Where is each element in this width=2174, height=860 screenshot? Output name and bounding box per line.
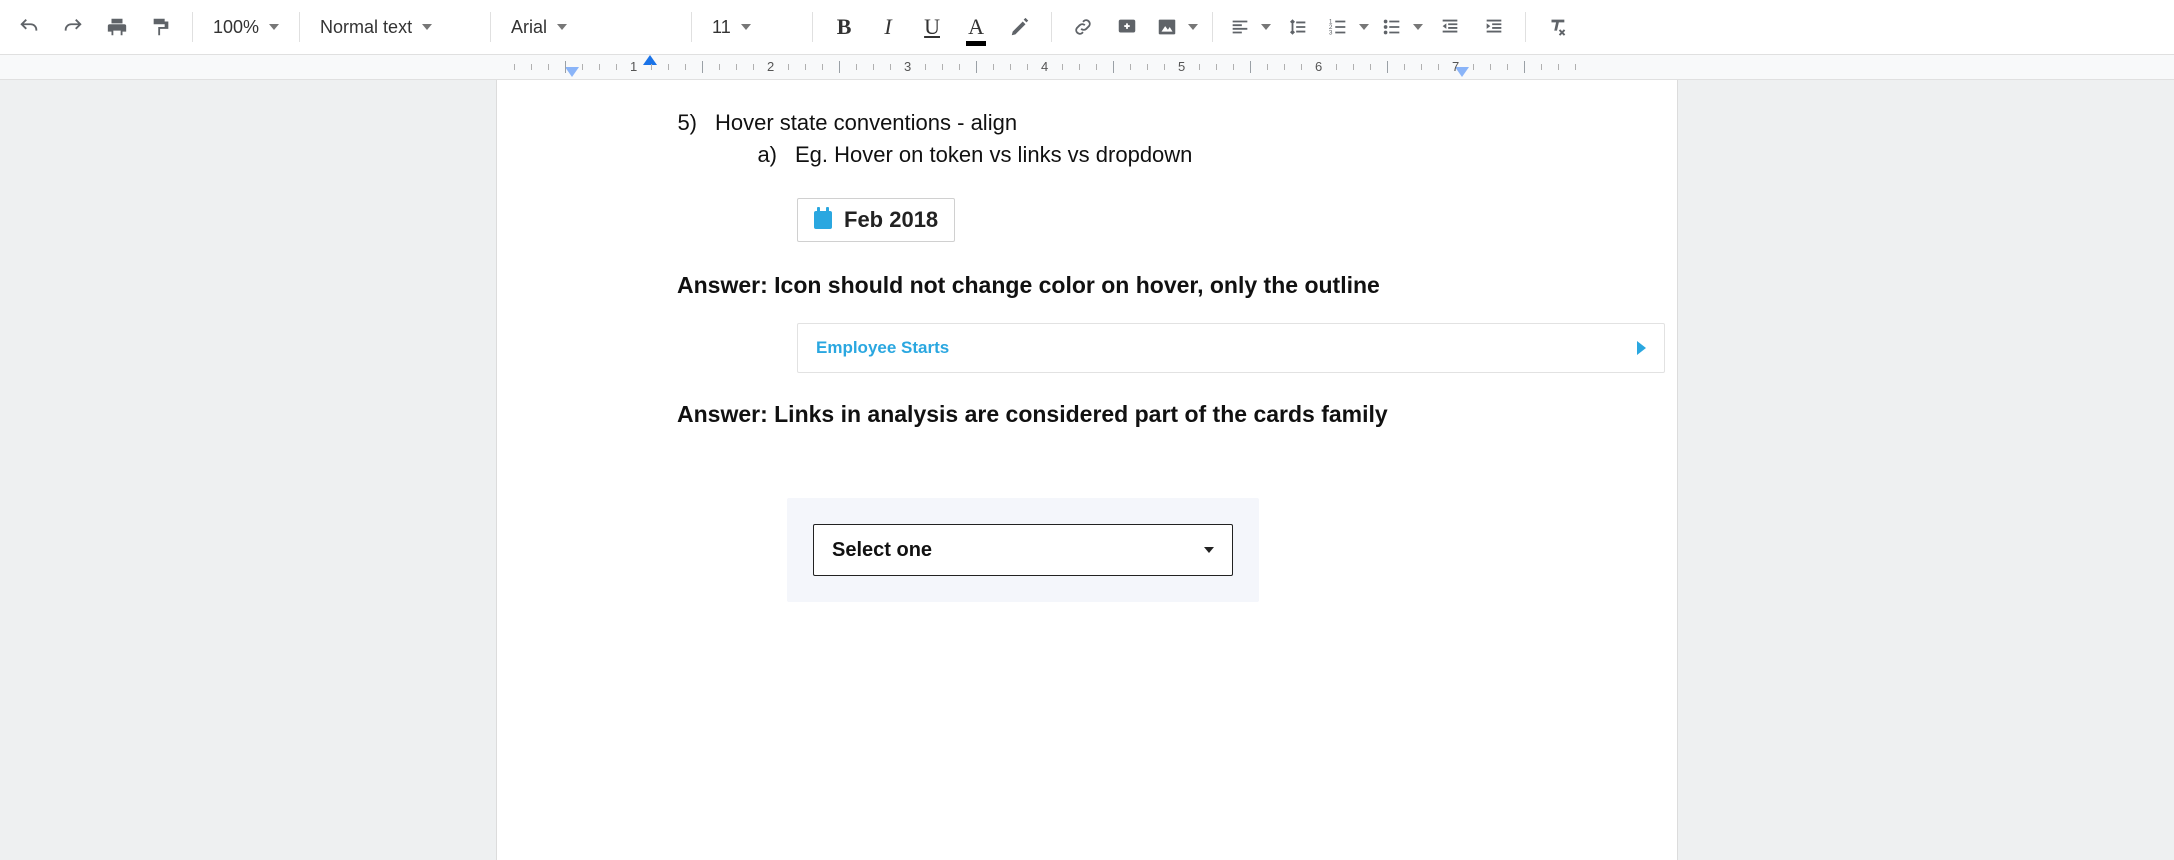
insert-comment-button[interactable] xyxy=(1106,6,1148,48)
clear-formatting-icon xyxy=(1546,16,1568,38)
toolbar-separator xyxy=(1212,12,1213,42)
toolbar-separator xyxy=(1525,12,1526,42)
ruler-ticks: 1234567 xyxy=(437,55,1593,79)
answer-text-1: Answer: Icon should not change color on … xyxy=(677,272,1617,299)
chevron-down-icon xyxy=(1359,24,1369,30)
employee-starts-link-card[interactable]: Employee Starts xyxy=(797,323,1665,373)
list-item-5: 5) Hover state conventions - align xyxy=(667,110,1617,136)
date-token-chip[interactable]: Feb 2018 xyxy=(797,198,955,242)
zoom-value: 100% xyxy=(213,17,259,38)
image-icon xyxy=(1156,16,1178,38)
toolbar-separator xyxy=(812,12,813,42)
insert-image-button[interactable] xyxy=(1150,6,1202,48)
bulleted-list-icon xyxy=(1381,16,1403,38)
zoom-select[interactable]: 100% xyxy=(203,6,289,48)
chevron-down-icon xyxy=(1261,24,1271,30)
chevron-right-icon xyxy=(1637,341,1646,355)
insert-link-button[interactable] xyxy=(1062,6,1104,48)
italic-button[interactable]: I xyxy=(867,6,909,48)
font-size-select[interactable]: 11 xyxy=(702,6,802,48)
bulleted-list-button[interactable] xyxy=(1375,6,1427,48)
list-marker: a) xyxy=(747,142,777,168)
chevron-down-icon xyxy=(557,24,567,30)
numbered-list-button[interactable]: 123 xyxy=(1321,6,1373,48)
font-size-value: 11 xyxy=(712,17,731,38)
list-item-text: Eg. Hover on token vs links vs dropdown xyxy=(795,142,1192,168)
list-item-5a: a) Eg. Hover on token vs links vs dropdo… xyxy=(747,142,1617,168)
indent-decrease-icon xyxy=(1439,16,1461,38)
select-one-dropdown[interactable]: Select one xyxy=(813,524,1233,576)
indent-increase-icon xyxy=(1483,16,1505,38)
highlight-button[interactable] xyxy=(999,6,1041,48)
toolbar: 100% Normal text Arial 11 B I U A xyxy=(0,0,2174,55)
undo-button[interactable] xyxy=(8,6,50,48)
calendar-icon xyxy=(814,211,832,229)
list-marker: 5) xyxy=(667,110,697,136)
line-spacing-button[interactable] xyxy=(1277,6,1319,48)
chevron-down-icon xyxy=(1188,24,1198,30)
toolbar-separator xyxy=(490,12,491,42)
horizontal-ruler[interactable]: 1234567 xyxy=(0,55,2174,80)
chevron-down-icon xyxy=(269,24,279,30)
answer-text-2: Answer: Links in analysis are considered… xyxy=(677,401,1617,428)
decrease-indent-button[interactable] xyxy=(1429,6,1471,48)
dropdown-example: Select one xyxy=(787,498,1259,602)
clear-formatting-button[interactable] xyxy=(1536,6,1578,48)
toolbar-separator xyxy=(691,12,692,42)
redo-icon xyxy=(62,16,84,38)
svg-text:3: 3 xyxy=(1329,29,1333,36)
comment-plus-icon xyxy=(1116,16,1138,38)
redo-button[interactable] xyxy=(52,6,94,48)
chevron-down-icon xyxy=(1413,24,1423,30)
dropdown-value: Select one xyxy=(832,539,932,562)
chevron-down-icon xyxy=(1204,547,1214,553)
print-icon xyxy=(106,16,128,38)
align-button[interactable] xyxy=(1223,6,1275,48)
link-card-label: Employee Starts xyxy=(816,338,949,358)
toolbar-separator xyxy=(192,12,193,42)
toolbar-separator xyxy=(1051,12,1052,42)
chevron-down-icon xyxy=(741,24,751,30)
paint-format-button[interactable] xyxy=(140,6,182,48)
text-color-icon: A xyxy=(968,14,984,40)
chevron-down-icon xyxy=(422,24,432,30)
highlighter-icon xyxy=(1009,16,1031,38)
line-spacing-icon xyxy=(1287,16,1309,38)
text-color-button[interactable]: A xyxy=(955,6,997,48)
align-left-icon xyxy=(1229,16,1251,38)
font-select[interactable]: Arial xyxy=(501,6,681,48)
font-value: Arial xyxy=(511,17,547,38)
link-icon xyxy=(1072,16,1094,38)
list-item-text: Hover state conventions - align xyxy=(715,110,1017,136)
numbered-list-icon: 123 xyxy=(1327,16,1349,38)
style-value: Normal text xyxy=(320,17,412,38)
print-button[interactable] xyxy=(96,6,138,48)
toolbar-separator xyxy=(299,12,300,42)
undo-icon xyxy=(18,16,40,38)
paint-roller-icon xyxy=(150,16,172,38)
increase-indent-button[interactable] xyxy=(1473,6,1515,48)
underline-button[interactable]: U xyxy=(911,6,953,48)
token-label: Feb 2018 xyxy=(844,207,938,233)
paragraph-style-select[interactable]: Normal text xyxy=(310,6,480,48)
document-page[interactable]: 5) Hover state conventions - align a) Eg… xyxy=(497,80,1677,860)
document-canvas: 5) Hover state conventions - align a) Eg… xyxy=(0,80,2174,860)
bold-button[interactable]: B xyxy=(823,6,865,48)
